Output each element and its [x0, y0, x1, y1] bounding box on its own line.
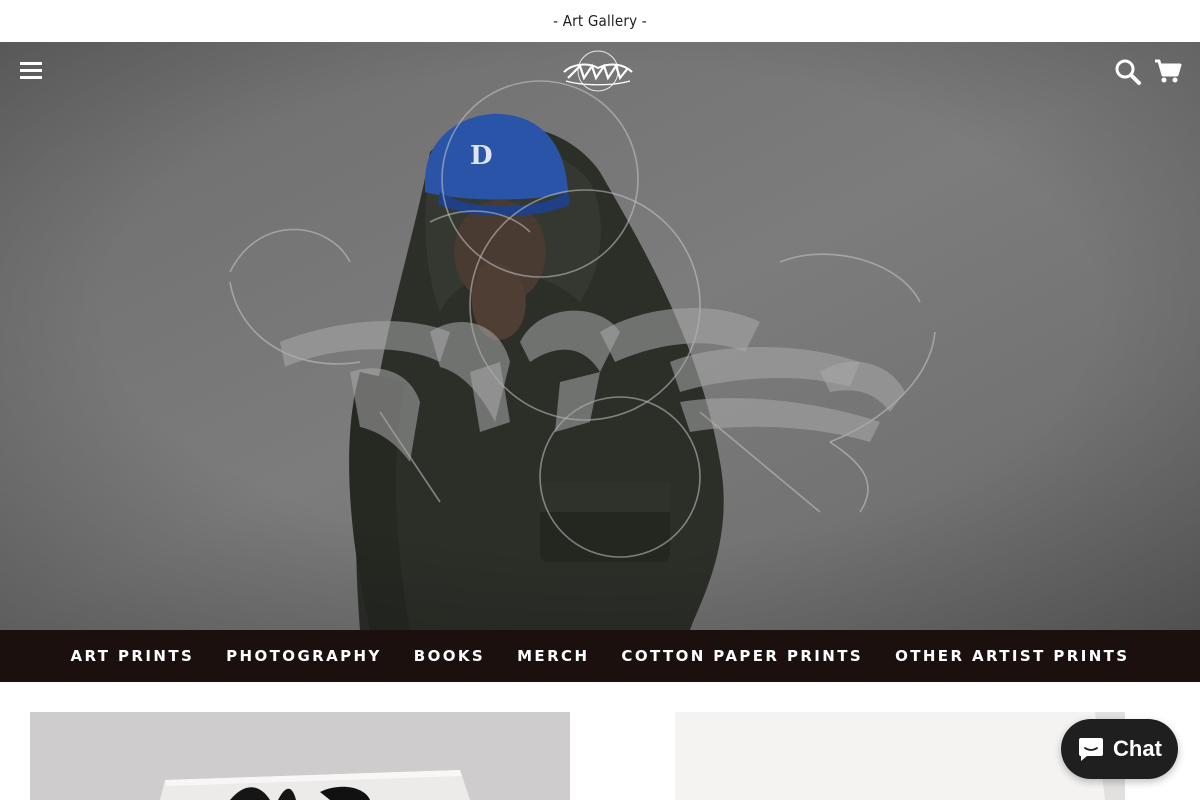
product-card-image[interactable]: [675, 712, 1125, 800]
main-nav: ART PRINTS PHOTOGRAPHY BOOKS MERCH COTTO…: [0, 630, 1200, 682]
announcement-text: - Art Gallery -: [553, 12, 647, 30]
nav-item-cotton-paper-prints[interactable]: COTTON PAPER PRINTS: [621, 647, 863, 665]
shopping-cart-icon: [1155, 59, 1182, 83]
logo-icon: [563, 50, 633, 92]
search-icon: [1115, 59, 1141, 85]
search-button[interactable]: [1114, 56, 1142, 86]
product-photo: [30, 712, 570, 800]
product-card-image[interactable]: [30, 712, 570, 800]
chat-button[interactable]: Chat: [1061, 719, 1178, 779]
chat-button-label: Chat: [1113, 736, 1162, 761]
chat-bubble-icon: [1079, 738, 1104, 761]
nav-item-photography[interactable]: PHOTOGRAPHY: [226, 647, 382, 665]
nav-item-other-artist-prints[interactable]: OTHER ARTIST PRINTS: [895, 647, 1129, 665]
nav-item-art-prints[interactable]: ART PRINTS: [71, 647, 195, 665]
product-photo: [675, 712, 1125, 800]
hamburger-menu-icon: [20, 62, 42, 79]
nav-item-merch[interactable]: MERCH: [517, 647, 589, 665]
menu-button[interactable]: [18, 58, 46, 82]
announcement-bar: - Art Gallery -: [0, 0, 1200, 42]
cart-button[interactable]: [1154, 58, 1182, 84]
product-grid: [0, 682, 1200, 800]
site-logo[interactable]: [558, 48, 638, 94]
hero-photo: D: [0, 42, 1200, 630]
nav-item-books[interactable]: BOOKS: [414, 647, 485, 665]
hero-banner: D: [0, 42, 1200, 630]
